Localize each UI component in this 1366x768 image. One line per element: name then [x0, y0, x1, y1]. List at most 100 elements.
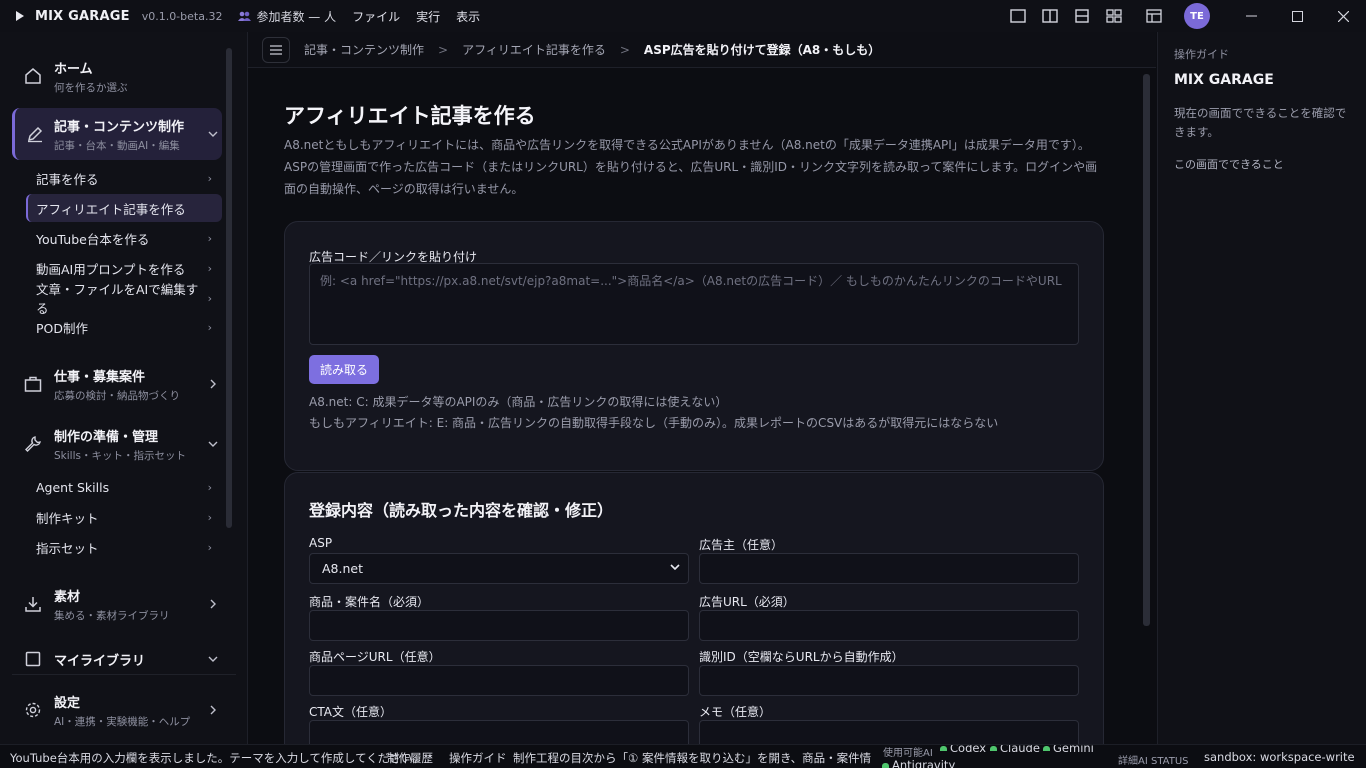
sidebar-item-pod[interactable]: POD制作 ›: [26, 313, 222, 341]
nav-settings-sub: AI・連携・実験機能・ヘルプ: [54, 715, 191, 728]
sidebar: ホーム何を作るか選ぶ 記事・コンテンツ制作 記事・台本・動画AI・編集 記事を作る…: [0, 32, 248, 744]
asp-select[interactable]: A8.net: [309, 553, 689, 584]
read-button[interactable]: 読み取る: [309, 355, 379, 384]
nav-settings-title: 設定: [54, 695, 81, 711]
download-icon: [25, 597, 41, 612]
nav-content[interactable]: 記事・コンテンツ制作 記事・台本・動画AI・編集: [12, 108, 222, 160]
nav-home-title: ホーム: [54, 61, 93, 77]
layout-single-icon[interactable]: [1002, 0, 1034, 32]
sandbox-status: sandbox: workspace-write: [1204, 750, 1355, 764]
breadcrumb-affiliate[interactable]: アフィリエイト記事を作る: [462, 41, 606, 58]
ai-codex: Codex: [934, 745, 986, 755]
layout-columns-icon[interactable]: [1034, 0, 1066, 32]
nav-jobs-title: 仕事・募集案件: [54, 369, 146, 385]
asp-select-value: A8.net: [322, 561, 363, 576]
note-a8: A8.net: C: 成果データ等のAPIのみ（商品・広告リンクの取得には使えな…: [309, 395, 728, 409]
layout-grid-icon[interactable]: [1098, 0, 1130, 32]
breadcrumb-content[interactable]: 記事・コンテンツ制作: [304, 41, 424, 58]
page-description: A8.netともしもアフィリエイトには、商品や広告リンクを取得できる公式APIが…: [284, 138, 1098, 196]
guide-panel: 操作ガイド MIX GARAGE 現在の画面でできることを確認できます。 この画…: [1157, 32, 1366, 744]
minimize-button[interactable]: [1228, 0, 1274, 32]
square-icon: [25, 651, 41, 667]
advertiser-label: 広告主（任意）: [699, 538, 784, 552]
sidebar-item-ai-edit[interactable]: 文章・ファイルをAIで編集する ›: [26, 282, 222, 316]
chevron-right-icon: ›: [207, 510, 212, 524]
register-card: 登録内容（読み取った内容を確認・修正） ASP A8.net 広告主（任意） 商…: [284, 472, 1104, 744]
sidebar-item-kit[interactable]: 制作キット ›: [26, 503, 222, 531]
chevron-right-icon: ›: [207, 291, 212, 305]
status-hint: 制作工程の目次から「① 案件情報を取り込む」を開き、商品・案件情報の表: [513, 751, 871, 765]
breadcrumb-separator: >: [438, 42, 449, 57]
pencil-icon: [27, 126, 42, 143]
maximize-button[interactable]: [1274, 0, 1320, 32]
nav-prep[interactable]: 制作の準備・管理 Skills・キット・指示セット: [12, 418, 222, 470]
chevron-down-icon: [670, 564, 680, 570]
app-version: v0.1.0-beta.32: [141, 9, 223, 23]
guide-label: 操作ガイド: [1174, 48, 1229, 61]
nav-jobs[interactable]: 仕事・募集案件 応募の検討・納品物づくり: [12, 358, 222, 410]
nav-library-title: マイライブラリ: [54, 653, 146, 669]
guide-title: MIX GARAGE: [1174, 72, 1274, 88]
product-page-input[interactable]: [309, 665, 689, 696]
cta-label: CTA文（任意）: [309, 705, 392, 719]
sidebar-item-label: 動画AI用プロンプトを作る: [36, 261, 186, 277]
home-icon: [25, 68, 41, 84]
status-history[interactable]: 制作履歴: [387, 750, 433, 766]
ai-status[interactable]: 詳細AI STATUS: [1118, 752, 1189, 767]
play-icon[interactable]: [15, 10, 25, 22]
breadcrumb: 記事・コンテンツ制作 > アフィリエイト記事を作る > ASP広告を貼り付けて登…: [248, 32, 1156, 68]
product-page-label: 商品ページURL（任意）: [309, 650, 441, 664]
wrench-icon: [25, 436, 41, 452]
chevron-right-icon: [210, 379, 216, 389]
sidebar-item-article[interactable]: 記事を作る ›: [26, 164, 222, 192]
ai-gemini: Gemini: [1037, 745, 1094, 755]
main-scrollbar[interactable]: [1143, 74, 1150, 626]
close-button[interactable]: [1320, 0, 1366, 32]
nav-home[interactable]: ホーム何を作るか選ぶ: [12, 50, 222, 102]
menu-run[interactable]: 実行: [416, 8, 440, 25]
menu-file[interactable]: ファイル: [352, 8, 400, 25]
nav-settings[interactable]: 設定 AI・連携・実験機能・ヘルプ: [12, 684, 222, 736]
sidebar-item-video-prompt[interactable]: 動画AI用プロンプトを作る ›: [26, 254, 222, 282]
main-content: アフィリエイト記事を作る A8.netともしもアフィリエイトには、商品や広告リン…: [248, 68, 1142, 744]
nav-home-sub: 何を作るか選ぶ: [54, 81, 128, 94]
paste-card: 広告コード／リンクを貼り付け 例: <a href="https://px.a8…: [284, 221, 1104, 471]
status-dot-icon: [990, 746, 997, 751]
nav-prep-sub: Skills・キット・指示セット: [54, 449, 186, 462]
memo-input[interactable]: [699, 720, 1079, 744]
product-label: 商品・案件名（必須）: [309, 595, 430, 609]
nav-library[interactable]: マイライブラリ: [12, 634, 222, 684]
sidebar-item-affiliate[interactable]: アフィリエイト記事を作る: [26, 194, 222, 222]
status-bar: YouTube台本用の入力欄を表示しました。テーマを入力して作成してください。 …: [0, 744, 1366, 768]
ad-url-input[interactable]: [699, 610, 1079, 641]
status-guide[interactable]: 操作ガイド: [449, 750, 507, 766]
sidebar-scrollbar[interactable]: [226, 48, 232, 528]
sidebar-item-label: アフィリエイト記事を作る: [36, 201, 186, 217]
avatar[interactable]: TE: [1184, 3, 1210, 29]
users-icon: [238, 11, 252, 21]
id-input[interactable]: [699, 665, 1079, 696]
nav-materials[interactable]: 素材 集める・素材ライブラリ: [12, 578, 222, 630]
chevron-down-icon: [208, 441, 218, 447]
gear-icon: [25, 702, 41, 718]
chevron-right-icon: [210, 599, 216, 609]
ai-antigravity: Antigravity: [876, 758, 955, 768]
sidebar-item-label: POD制作: [36, 320, 89, 336]
status-dot-icon: [940, 746, 947, 751]
nav-prep-title: 制作の準備・管理: [54, 429, 159, 445]
menu-view[interactable]: 表示: [456, 8, 480, 25]
sidebar-item-instructions[interactable]: 指示セット ›: [26, 533, 222, 561]
sidebar-item-youtube[interactable]: YouTube台本を作る ›: [26, 224, 222, 252]
advertiser-input[interactable]: [699, 553, 1079, 584]
guide-link[interactable]: この画面でできること: [1174, 156, 1284, 172]
breadcrumb-current: ASP広告を貼り付けて登録（A8・もしも）: [643, 43, 881, 57]
title-bar: MIX GARAGE v0.1.0-beta.32 参加者数 — 人 ファイル …: [0, 0, 1366, 32]
ad-code-textarea[interactable]: 例: <a href="https://px.a8.net/svt/ejp?a8…: [309, 263, 1079, 345]
sidebar-item-agent-skills[interactable]: Agent Skills ›: [26, 473, 222, 501]
cta-input[interactable]: [309, 720, 689, 744]
id-label: 識別ID（空欄ならURLから自動作成）: [699, 650, 904, 664]
menu-toggle-button[interactable]: [262, 36, 290, 63]
panel-layout-icon[interactable]: [1138, 0, 1170, 32]
layout-rows-icon[interactable]: [1066, 0, 1098, 32]
product-input[interactable]: [309, 610, 689, 641]
